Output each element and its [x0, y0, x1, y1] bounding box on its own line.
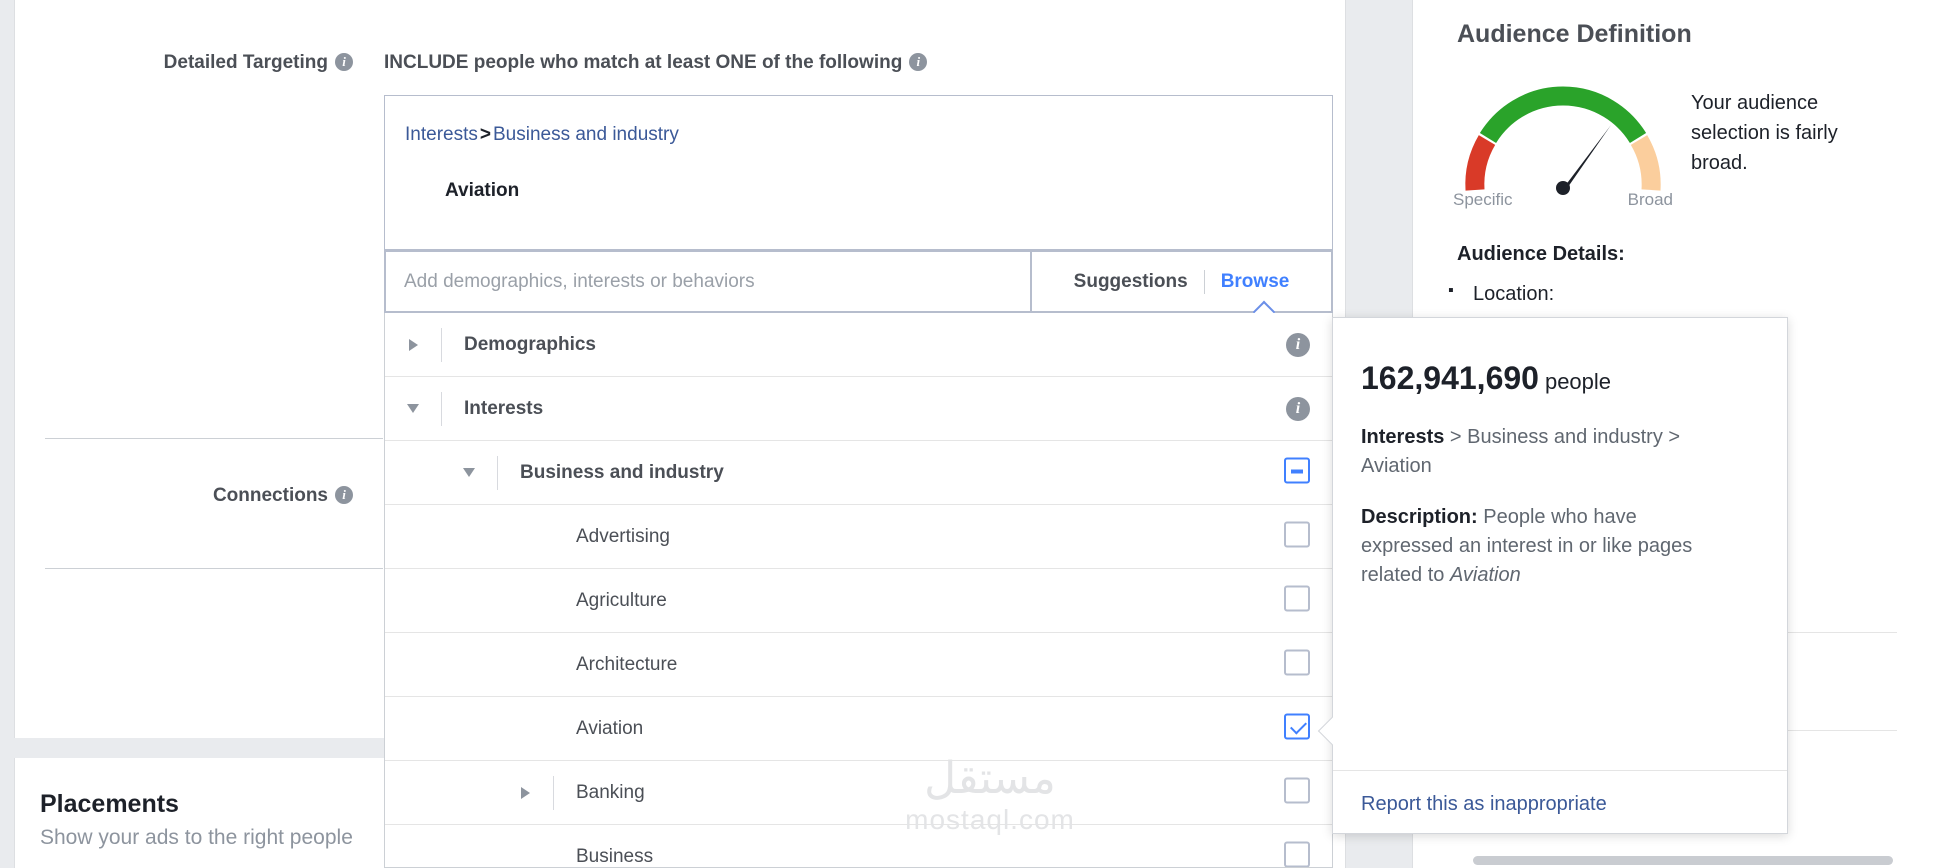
sidebar-scrollbar[interactable]	[1473, 856, 1893, 865]
breadcrumb-separator: >	[479, 124, 491, 145]
row-checkbox-cell	[1284, 841, 1310, 867]
browse-row-label: Advertising	[576, 525, 670, 547]
row-info-cell: i	[1286, 396, 1310, 421]
row-info-cell: i	[1286, 332, 1310, 357]
chevron-down-icon	[407, 404, 419, 413]
gauge-label-specific: Specific	[1453, 190, 1513, 209]
tab-divider	[1203, 269, 1205, 294]
audience-details-heading: Audience Details:	[1457, 243, 1625, 265]
targeting-selection-box: Interests > Business and industry Aviation	[384, 95, 1333, 250]
checkbox-unchecked[interactable]	[1284, 521, 1310, 547]
info-icon[interactable]: i	[1286, 396, 1310, 421]
include-instruction-text: INCLUDE people who match at least ONE of…	[384, 52, 903, 73]
row-separator	[441, 327, 442, 362]
checkbox-unchecked[interactable]	[1284, 777, 1310, 803]
browse-tabs: Suggestions Browse	[1032, 250, 1333, 324]
tooltip-path: Interests > Business and industry > Avia…	[1361, 423, 1741, 481]
browse-row-agriculture[interactable]: Agriculture	[385, 569, 1332, 633]
include-instruction: INCLUDE people who match at least ONE of…	[384, 52, 928, 74]
browse-row-label: Architecture	[576, 653, 678, 675]
gauge-icon	[1465, 86, 1661, 195]
search-row: Suggestions Browse	[384, 250, 1333, 324]
browse-row-business-and-industry[interactable]: Business and industry	[385, 441, 1332, 505]
row-checkbox-cell	[1284, 649, 1310, 680]
row-checkbox-cell	[1284, 585, 1310, 616]
browse-row-label: Agriculture	[576, 589, 667, 611]
tooltip-description: Description: People who have expressed a…	[1361, 503, 1713, 590]
chevron-right-icon[interactable]	[497, 786, 553, 799]
tooltip-count-unit: people	[1544, 369, 1612, 394]
tooltip-audience-count: 162,941,690 people	[1361, 360, 1611, 397]
tooltip-description-label: Description:	[1361, 506, 1478, 528]
chevron-down-icon	[463, 468, 475, 477]
detailed-targeting-label: Detailed Targeting i	[0, 52, 353, 74]
browse-row-business[interactable]: Business	[385, 825, 1332, 867]
checkbox-unchecked[interactable]	[1284, 585, 1310, 611]
info-icon[interactable]: i	[335, 486, 353, 504]
info-icon[interactable]: i	[909, 53, 928, 71]
row-checkbox-cell	[1284, 457, 1310, 488]
chevron-down-icon[interactable]	[385, 404, 441, 413]
checkbox-checked[interactable]	[1284, 713, 1310, 739]
detailed-targeting-label-text: Detailed Targeting	[163, 52, 328, 73]
info-icon[interactable]: i	[335, 53, 353, 71]
audience-message: Your audience selection is fairly broad.	[1691, 92, 1838, 174]
section-divider-top	[45, 438, 383, 439]
browse-row-label: Business	[576, 845, 654, 867]
gauge-scale-labels: Specific Broad	[1453, 190, 1673, 210]
browse-row-demographics[interactable]: Demographics i	[385, 313, 1332, 377]
row-checkbox-cell	[1284, 713, 1310, 744]
chevron-right-icon[interactable]	[385, 338, 441, 351]
browse-row-aviation[interactable]: Aviation	[385, 697, 1332, 761]
breadcrumb-child[interactable]: Business and industry	[493, 124, 679, 145]
checkbox-unchecked[interactable]	[1284, 841, 1310, 867]
row-checkbox-cell	[1284, 521, 1310, 552]
row-separator	[497, 455, 498, 490]
search-input[interactable]	[384, 250, 1032, 313]
tooltip-count-number: 162,941,690	[1361, 360, 1539, 396]
breadcrumb: Interests > Business and industry	[405, 124, 679, 146]
interest-tooltip: 162,941,690 people Interests > Business a…	[1317, 317, 1788, 834]
report-inappropriate-link[interactable]: Report this as inappropriate	[1361, 793, 1607, 816]
ads-manager-screen: Detailed Targeting i INCLUDE people who m…	[0, 0, 1938, 868]
tooltip-path-prefix: Interests	[1361, 426, 1445, 448]
chevron-right-icon	[520, 786, 530, 799]
row-checkbox-cell	[1284, 777, 1310, 808]
browse-row-architecture[interactable]: Architecture	[385, 633, 1332, 697]
breadcrumb-root[interactable]: Interests	[405, 124, 478, 145]
tab-browse[interactable]: Browse	[1221, 271, 1290, 293]
tab-suggestions[interactable]: Suggestions	[1074, 271, 1188, 293]
browse-row-label: Banking	[576, 781, 645, 803]
tooltip-footer-divider	[1333, 770, 1787, 771]
row-separator	[553, 775, 554, 810]
audience-details-location: Location:	[1448, 282, 1554, 306]
gauge-label-broad: Broad	[1627, 190, 1673, 209]
connections-label-text: Connections	[212, 485, 328, 506]
placements-subtitle: Show your ads to the right people	[40, 826, 353, 849]
browse-dropdown[interactable]: Demographics i Interests i Business and indu…	[384, 313, 1333, 868]
audience-gauge	[1453, 78, 1673, 203]
chevron-right-icon	[408, 338, 418, 351]
browse-row-banking[interactable]: Banking	[385, 761, 1332, 825]
info-icon[interactable]: i	[1286, 332, 1310, 357]
tooltip-description-emphasis: Aviation	[1449, 564, 1521, 586]
browse-row-label: Demographics	[464, 333, 596, 355]
browse-row-label: Business and industry	[520, 461, 724, 483]
browse-row-interests[interactable]: Interests i	[385, 377, 1332, 441]
section-divider-bottom	[45, 568, 383, 569]
placements-title: Placements	[40, 790, 179, 818]
chevron-down-icon[interactable]	[441, 468, 497, 477]
selected-interest-term[interactable]: Aviation	[445, 180, 519, 202]
browse-row-label: Aviation	[576, 717, 644, 739]
row-separator	[441, 391, 442, 426]
checkbox-unchecked[interactable]	[1284, 649, 1310, 675]
sidebar-title: Audience Definition	[1457, 20, 1692, 48]
browse-row-advertising[interactable]: Advertising	[385, 505, 1332, 569]
browse-row-label: Interests	[464, 397, 544, 419]
connections-label: Connections i	[0, 485, 353, 507]
checkbox-indeterminate[interactable]	[1284, 457, 1310, 483]
